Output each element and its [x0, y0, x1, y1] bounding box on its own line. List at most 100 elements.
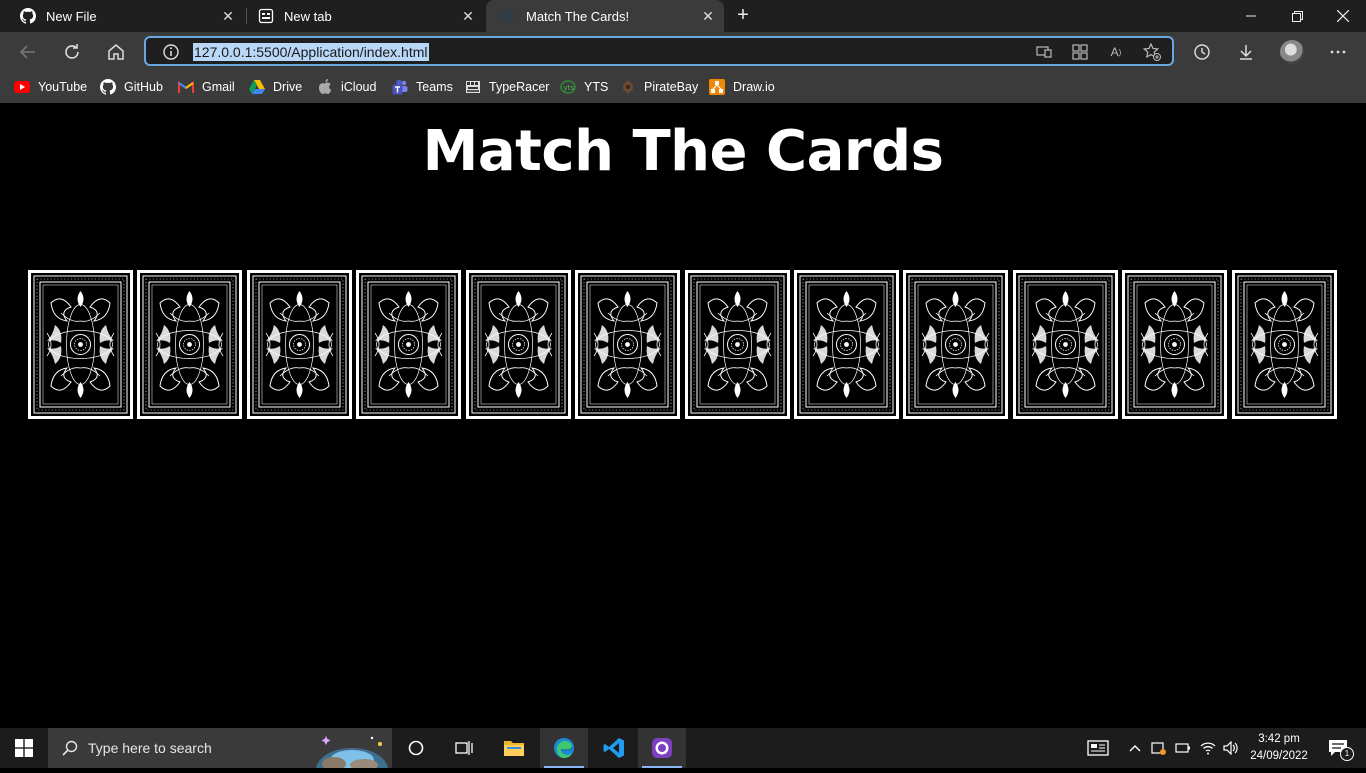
gmail-icon — [178, 79, 194, 95]
notification-center-button[interactable]: 1 — [1318, 728, 1358, 768]
card-back-pattern-icon — [1016, 273, 1115, 416]
vscode-icon — [603, 738, 624, 758]
tab-new-tab[interactable]: New tab ✕ — [244, 0, 484, 32]
folder-icon — [504, 741, 524, 756]
tab-match-the-cards[interactable]: Match The Cards! ✕ — [486, 0, 724, 32]
close-icon[interactable]: ✕ — [700, 8, 716, 24]
card-back[interactable] — [356, 270, 461, 419]
card-back-pattern-icon — [31, 273, 130, 416]
drawio-icon — [709, 79, 725, 95]
site-info-icon[interactable] — [162, 43, 180, 61]
tray-app-button[interactable] — [1148, 728, 1170, 768]
tab-title: New File — [46, 8, 97, 24]
card-back-pattern-icon — [1235, 273, 1334, 416]
close-window-icon[interactable] — [1320, 0, 1366, 32]
notification-badge: 1 — [1340, 747, 1354, 761]
news-widget-button[interactable] — [1082, 728, 1114, 768]
bookmarks-bar: YouTube GitHub Gmail Drive iCloud Teams … — [0, 72, 1366, 104]
wifi-icon — [1200, 742, 1216, 755]
card-back[interactable] — [685, 270, 790, 419]
cortana-button[interactable] — [394, 728, 438, 768]
tab-title: Match The Cards! — [526, 8, 630, 24]
battery-icon — [1175, 743, 1190, 753]
edge-button[interactable] — [540, 728, 588, 768]
history-button[interactable] — [1188, 38, 1216, 66]
notification-icon: 1 — [1328, 739, 1354, 761]
wifi-button[interactable] — [1196, 728, 1220, 768]
teams-icon — [392, 79, 408, 95]
card-back[interactable] — [137, 270, 242, 419]
new-tab-button[interactable]: + — [732, 5, 754, 27]
card-back[interactable] — [1232, 270, 1337, 419]
card-back-pattern-icon — [469, 273, 568, 416]
typeracer-icon — [465, 79, 481, 95]
back-button[interactable] — [14, 38, 42, 66]
read-aloud-icon[interactable]: A) — [1106, 42, 1126, 62]
minimize-icon[interactable] — [1228, 0, 1274, 32]
card-back[interactable] — [1013, 270, 1118, 419]
bookmark-teams[interactable]: Teams — [392, 76, 453, 98]
card-back[interactable] — [794, 270, 899, 419]
card-back-pattern-icon — [906, 273, 1005, 416]
github-desktop-button[interactable] — [638, 728, 686, 768]
card-back[interactable] — [903, 270, 1008, 419]
show-hidden-icons-button[interactable] — [1124, 728, 1146, 768]
battery-button[interactable] — [1172, 728, 1194, 768]
vscode-button[interactable] — [590, 728, 638, 768]
refresh-button[interactable] — [58, 38, 86, 66]
profile-avatar[interactable] — [1280, 40, 1304, 64]
bookmark-label: Drive — [273, 80, 303, 94]
start-button[interactable] — [0, 728, 48, 768]
volume-button[interactable] — [1220, 728, 1242, 768]
bookmark-typeracer[interactable]: TypeRacer — [465, 76, 549, 98]
task-view-button[interactable] — [442, 728, 486, 768]
card-back-pattern-icon — [688, 273, 787, 416]
card-back[interactable] — [28, 270, 133, 419]
taskbar-search[interactable]: Type here to search — [48, 728, 392, 773]
card-back-pattern-icon — [1125, 273, 1224, 416]
address-bar[interactable]: 127.0.0.1:5500/Application/index.html A) — [144, 36, 1174, 66]
close-icon[interactable]: ✕ — [460, 8, 476, 24]
home-button[interactable] — [102, 38, 130, 66]
bookmark-label: YouTube — [38, 80, 88, 94]
taskbar-clock[interactable]: 3:42 pm 24/09/2022 — [1244, 731, 1314, 765]
tab-new-file[interactable]: New File ✕ — [6, 0, 244, 32]
card-back[interactable] — [247, 270, 352, 419]
extensions-icon[interactable] — [1070, 42, 1090, 62]
bookmark-drive[interactable]: Drive — [249, 76, 302, 98]
card-back-pattern-icon — [250, 273, 349, 416]
card-back[interactable] — [1122, 270, 1227, 419]
card-back-pattern-icon — [797, 273, 896, 416]
url-text[interactable]: 127.0.0.1:5500/Application/index.html — [193, 43, 429, 61]
bookmark-label: GitHub — [124, 80, 163, 94]
meet-now-icon — [1151, 742, 1166, 755]
page-icon — [500, 8, 516, 24]
bookmark-yts[interactable]: yts YTS — [560, 76, 608, 98]
bookmark-label: Gmail — [202, 80, 235, 94]
card-back[interactable] — [575, 270, 680, 419]
restore-icon[interactable] — [1274, 0, 1320, 32]
bookmark-label: Teams — [416, 80, 453, 94]
app-available-icon[interactable] — [1034, 42, 1054, 62]
bookmark-drawio[interactable]: Draw.io — [709, 76, 775, 98]
card-back[interactable] — [466, 270, 571, 419]
close-icon[interactable]: ✕ — [220, 8, 236, 24]
card-back-pattern-icon — [578, 273, 677, 416]
github-desktop-icon — [652, 738, 672, 758]
page-viewport: Match The Cards — [0, 103, 1366, 728]
settings-more-button[interactable] — [1324, 38, 1352, 66]
bookmark-label: Draw.io — [733, 80, 775, 94]
bookmark-youtube[interactable]: YouTube — [14, 76, 87, 98]
clock-time: 3:42 pm — [1258, 733, 1300, 745]
file-explorer-button[interactable] — [490, 728, 538, 768]
more-icon — [1330, 50, 1346, 54]
refresh-icon — [65, 44, 79, 59]
bookmark-piratebay[interactable]: PirateBay — [620, 76, 698, 98]
bookmark-icloud[interactable]: iCloud — [317, 76, 376, 98]
drive-icon — [249, 79, 265, 95]
news-icon — [1087, 740, 1109, 756]
bookmark-gmail[interactable]: Gmail — [178, 76, 235, 98]
downloads-button[interactable] — [1232, 38, 1260, 66]
bookmark-github[interactable]: GitHub — [100, 76, 163, 98]
add-favorite-icon[interactable] — [1142, 42, 1162, 62]
